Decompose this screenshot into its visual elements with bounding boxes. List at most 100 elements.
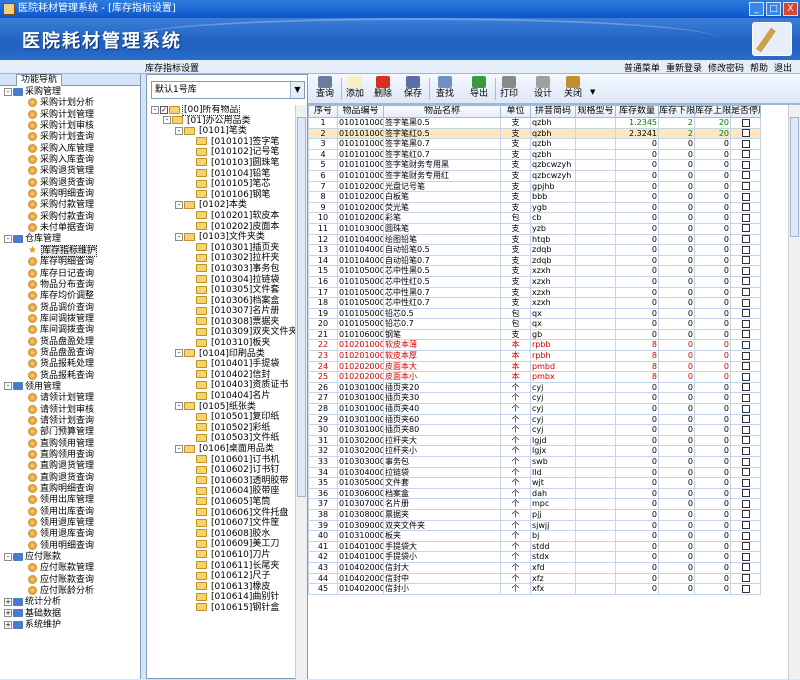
nav-item[interactable]: 库存均价调整 (0, 291, 140, 302)
checkbox[interactable] (741, 457, 750, 466)
checkbox[interactable] (741, 393, 750, 402)
table-row[interactable]: 40101010004签字笔红0.7支qzbh000 (308, 148, 761, 161)
checkbox[interactable] (741, 182, 750, 191)
link-exit[interactable]: 退出 (774, 61, 792, 74)
toolbar-button-3[interactable]: 保存 (400, 76, 426, 102)
table-row[interactable]: 450104020003信封小个xfx000 (308, 583, 761, 595)
checkbox[interactable] (741, 499, 750, 508)
checkbox[interactable] (741, 404, 750, 413)
checkbox[interactable] (741, 245, 750, 254)
table-cell[interactable] (730, 328, 761, 341)
column-header[interactable]: 物品名称 (383, 105, 501, 118)
expand-icon[interactable]: + (4, 620, 12, 629)
table-row[interactable]: 410104010001手提袋大个stdd000 (308, 540, 761, 553)
table-cell[interactable] (730, 434, 761, 447)
table-row[interactable]: 160101050002芯中性红0.5支xzxh000 (308, 275, 761, 288)
table-row[interactable]: 420104010002手提袋小个stdx000 (308, 551, 761, 563)
checkbox[interactable] (741, 552, 750, 561)
table-cell[interactable] (730, 540, 761, 553)
nav-item[interactable]: 采购计划审核 (0, 121, 140, 132)
nav-item[interactable]: 应付账龄分析 (0, 586, 140, 597)
checkbox[interactable] (741, 129, 750, 138)
collapse-icon[interactable]: - (175, 200, 183, 209)
nav-item[interactable]: 直购退货管理 (0, 461, 140, 472)
toolbar-button-8[interactable]: 关闭 (560, 76, 586, 102)
table-row[interactable]: 280103010003插页夹40个cyj000 (308, 403, 761, 415)
checkbox[interactable] (741, 425, 750, 434)
table-cell[interactable] (730, 498, 761, 510)
table-row[interactable]: 430104020001信封大个xfd000 (308, 561, 761, 574)
table-cell[interactable] (730, 169, 761, 182)
checkbox[interactable] (741, 478, 750, 487)
checkbox[interactable] (741, 383, 750, 392)
nav-group[interactable]: - 采购管理 (0, 87, 140, 98)
table-row[interactable]: 180101050004芯中性红0.7支xzxh000 (308, 297, 761, 309)
minimize-button[interactable]: _ (749, 2, 764, 16)
checkbox[interactable] (741, 340, 750, 349)
checkbox[interactable] (741, 574, 750, 583)
grid-scrollbar-thumb[interactable] (790, 117, 799, 237)
checkbox[interactable] (741, 362, 750, 371)
checkbox[interactable] (741, 235, 750, 244)
expand-icon[interactable]: + (4, 609, 12, 618)
column-header[interactable]: 库存上限 (694, 105, 731, 118)
table-row[interactable]: 30101010003签字笔黑0.7支qzbh000 (308, 138, 761, 150)
table-cell[interactable] (730, 371, 761, 383)
table-cell[interactable] (730, 508, 761, 521)
table-cell[interactable] (730, 572, 761, 585)
collapse-icon[interactable]: - (4, 87, 12, 96)
link-normal-menu[interactable]: 普通菜单 (624, 61, 660, 74)
column-header[interactable]: 库存下限 (658, 105, 695, 118)
table-row[interactable]: 260103010001插页夹20个cyj000 (308, 381, 761, 394)
nav-item[interactable]: 部门预算管理 (0, 427, 140, 438)
maximize-button[interactable]: □ (766, 2, 781, 16)
table-cell[interactable] (730, 275, 761, 288)
table-row[interactable]: 20101010002签字笔红0.5支qzbh2.3241220 (308, 127, 761, 140)
table-row[interactable]: 140101040003自动铅笔0.7支zdqb000 (308, 254, 761, 267)
nav-item[interactable]: 库存明细查询 (0, 257, 140, 268)
column-header[interactable]: 单位 (500, 105, 531, 118)
nav-item[interactable]: ★ 库存指标维护 (0, 244, 140, 257)
checkbox[interactable] (741, 298, 750, 307)
table-cell[interactable] (730, 244, 761, 256)
table-row[interactable]: 290103010004插页夹60个cyj000 (308, 413, 761, 426)
nav-item[interactable]: 采购付款查询 (0, 211, 140, 223)
store-select[interactable]: 默认1号库 ▼ (151, 81, 305, 99)
table-cell[interactable] (730, 297, 761, 309)
link-help[interactable]: 帮助 (750, 61, 768, 74)
checkbox[interactable] (741, 266, 750, 275)
collapse-icon[interactable]: - (4, 552, 12, 561)
category-scrollbar[interactable] (295, 105, 307, 680)
table-row[interactable]: 50101010005签字笔财务专用黑支qzbcwzyh000 (308, 159, 761, 171)
collapse-icon[interactable]: - (175, 349, 183, 358)
table-row[interactable]: 120101040001绘图铅笔支htqb000 (308, 233, 761, 246)
checkbox[interactable] (741, 309, 750, 318)
nav-item[interactable]: 采购计划管理 (0, 109, 140, 121)
category-node[interactable]: [010303]事务包 (147, 264, 295, 275)
table-row[interactable]: 190101050005铅芯0.5包qx000 (308, 307, 761, 320)
table-cell[interactable] (730, 138, 761, 150)
table-cell[interactable] (730, 201, 761, 214)
column-header[interactable]: 库存数量 (615, 105, 659, 118)
nav-group[interactable]: + 系统维护 (0, 620, 140, 631)
nav-item[interactable]: 直购退货查询 (0, 472, 140, 484)
table-row[interactable]: 310103020001拉杆夹大个lgjd000 (308, 434, 761, 447)
table-row[interactable]: 130101040002自动铅笔0.5支zdqb000 (308, 244, 761, 256)
nav-item[interactable]: 未付单据查询 (0, 223, 140, 234)
table-row[interactable]: 220102010001软皮本薄本rpbb800 (308, 339, 761, 352)
table-cell[interactable] (730, 392, 761, 405)
collapse-icon[interactable]: - (175, 126, 183, 135)
table-cell[interactable] (730, 265, 761, 277)
table-cell[interactable] (730, 318, 761, 330)
nav-item[interactable]: 采购计划分析 (0, 98, 140, 109)
nav-group[interactable]: - 领用管理 (0, 382, 140, 393)
collapse-icon[interactable]: - (163, 116, 171, 125)
checkbox[interactable] (741, 446, 750, 455)
nav-item[interactable]: 货品盘盈处理 (0, 336, 140, 348)
checkbox[interactable] (741, 584, 750, 593)
table-cell[interactable] (730, 456, 761, 468)
checkbox[interactable] (741, 203, 750, 212)
checkbox[interactable] (741, 160, 750, 169)
table-row[interactable]: 270103010002插页夹30个cyj000 (308, 392, 761, 405)
table-cell[interactable] (730, 159, 761, 171)
